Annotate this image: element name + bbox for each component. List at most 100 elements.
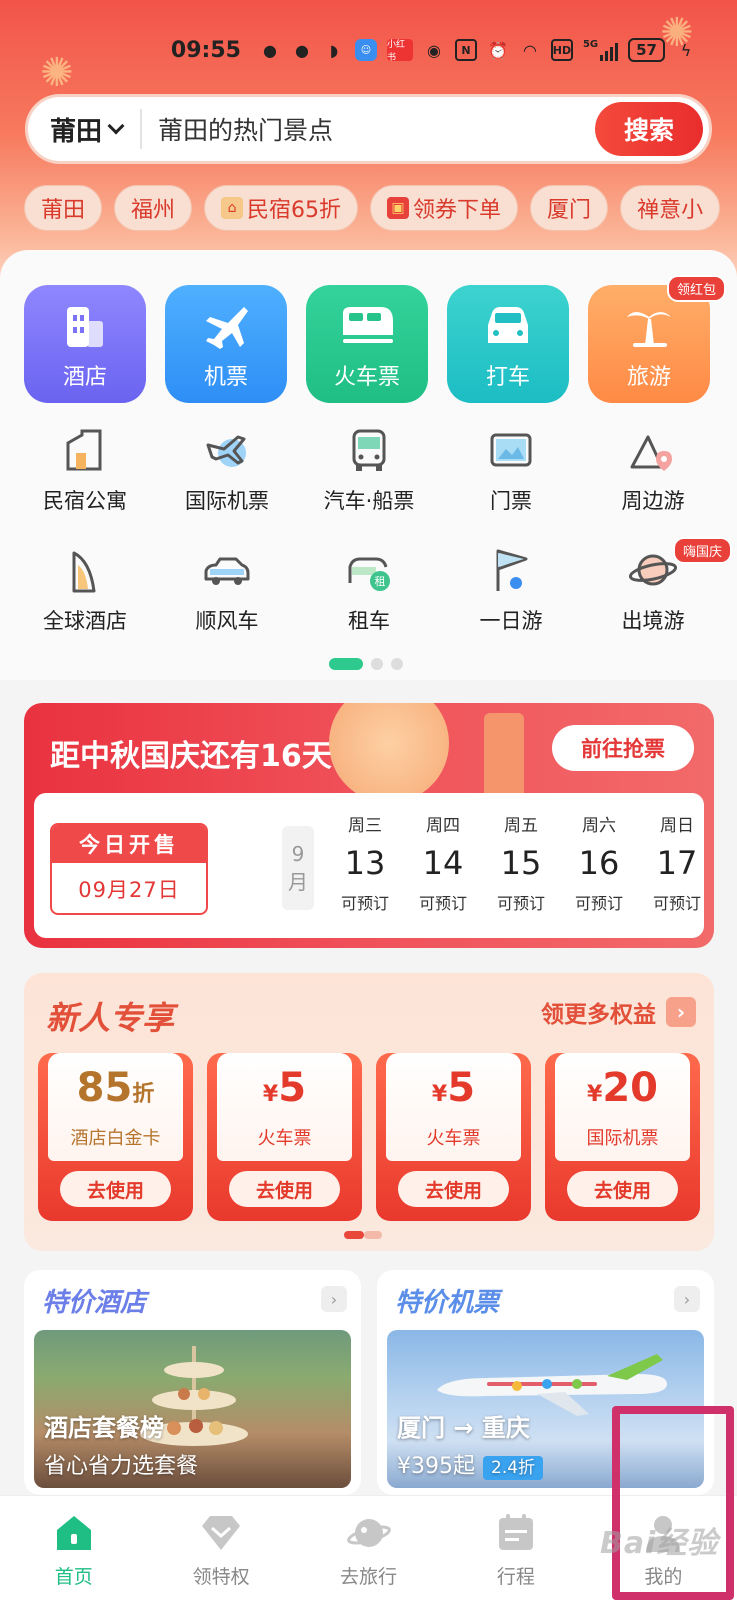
coupon-name: 酒店白金卡 — [70, 1127, 161, 1149]
service-car-rental[interactable]: 租 租车 — [298, 545, 440, 665]
use-coupon-button[interactable]: 去使用 — [229, 1171, 340, 1207]
sale-date-box: 今日开售 09月27日 — [50, 823, 208, 915]
coupon-amount: 85 — [76, 1064, 133, 1111]
day-status: 可预订 — [652, 894, 701, 913]
day-item[interactable]: 周五 15 可预订 — [482, 811, 560, 914]
day-weekday: 周三 — [348, 816, 382, 836]
grab-tickets-button[interactable]: 前往抢票 — [552, 725, 694, 771]
red-packet-badge: 领红包 — [666, 275, 726, 302]
service-international-flight[interactable]: 国际机票 — [156, 425, 298, 545]
tab-itinerary[interactable]: 行程 — [442, 1496, 589, 1600]
search-button[interactable]: 搜索 — [595, 102, 703, 156]
day-weekday: 周五 — [504, 816, 538, 836]
service-label: 一日游 — [479, 609, 543, 633]
primary-services: 酒店 机票 火车票 打车 旅游 领红包 — [24, 275, 726, 403]
quick-tag[interactable]: ⌂ 民宿65折 — [204, 185, 359, 231]
tab-travel[interactable]: 去旅行 — [295, 1496, 442, 1600]
sale-calendar: 今日开售 09月27日 9月 周三 13 可预订 周四 14 可预订 周五 15… — [34, 793, 704, 938]
quick-tag-label: 厦门 — [547, 198, 592, 223]
tab-home[interactable]: 首页 — [0, 1496, 147, 1600]
wifi-icon: ◠ — [522, 40, 537, 60]
coupon-name: 火车票 — [426, 1127, 481, 1149]
itinerary-icon — [498, 1514, 533, 1550]
city-selector[interactable]: 莆田 — [28, 111, 125, 148]
service-label: 周边游 — [621, 489, 685, 513]
quick-tag-label: 福州 — [131, 198, 176, 223]
moon-decoration — [329, 703, 449, 803]
quick-tag[interactable]: 禅意小 — [620, 185, 721, 231]
service-flight[interactable]: 机票 — [165, 285, 287, 403]
coupon-card[interactable]: ¥5 火车票 去使用 — [376, 1053, 531, 1221]
tab-label: 首页 — [54, 1566, 93, 1588]
discount-badge: 2.4折 — [483, 1456, 544, 1480]
coupon-value: ¥5 — [432, 1065, 475, 1118]
sale-today-label: 今日开售 — [52, 825, 206, 863]
service-hotel[interactable]: 酒店 — [24, 285, 146, 403]
tab-label: 去旅行 — [340, 1566, 398, 1588]
quick-tag[interactable]: 厦门 — [530, 185, 609, 231]
tab-privileges[interactable]: 领特权 — [147, 1496, 294, 1600]
use-coupon-button[interactable]: 去使用 — [567, 1171, 678, 1207]
coupon-amount: 5 — [278, 1064, 307, 1111]
service-taxi[interactable]: 打车 — [447, 285, 569, 403]
service-train[interactable]: 火车票 — [306, 285, 428, 403]
flight-price: ¥395起 — [397, 1454, 475, 1479]
service-nearby-tour[interactable]: 周边游 — [582, 425, 724, 545]
day-item[interactable]: 周六 16 可预订 — [560, 811, 638, 914]
service-global-hotel[interactable]: 全球酒店 — [14, 545, 156, 665]
diamond-icon — [202, 1516, 241, 1550]
bus-icon — [352, 429, 386, 471]
coupon-amount: 20 — [602, 1064, 658, 1111]
coupon-value: ¥20 — [587, 1065, 658, 1118]
quick-tag[interactable]: 莆田 — [24, 185, 103, 231]
status-time: 09:55 — [170, 37, 241, 63]
palm-tree-icon — [627, 312, 671, 347]
sale-date: 09月27日 — [78, 878, 180, 902]
service-homestay[interactable]: 民宿公寓 — [14, 425, 156, 545]
coupon-currency: ¥ — [431, 1081, 448, 1107]
service-tour[interactable]: 旅游 领红包 — [588, 275, 726, 403]
chevron-right-icon[interactable]: › — [321, 1286, 347, 1312]
newcomer-section: 新人专享 领更多权益 › 85折 酒店白金卡 去使用 ¥5 火车票 去使用 ¥5… — [24, 973, 714, 1251]
service-carpool[interactable]: 顺风车 — [156, 545, 298, 665]
search-input[interactable]: 莆田的热门景点 — [158, 111, 595, 147]
service-outbound-tour[interactable]: 出境游 嗨国庆 — [582, 537, 732, 665]
use-coupon-button[interactable]: 去使用 — [398, 1171, 509, 1207]
quick-tag[interactable]: ▣ 领券下单 — [370, 185, 519, 231]
day-weekday: 周四 — [426, 816, 460, 836]
chevron-right-icon[interactable]: › — [674, 1286, 700, 1312]
battery-icon: 57 — [628, 38, 665, 62]
day-item[interactable]: 周三 13 可预订 — [326, 811, 404, 914]
day-weekday: 周日 — [660, 816, 694, 836]
hotel-deal-card[interactable]: 特价酒店 › 酒店套餐榜 省心省力选套餐 — [24, 1270, 361, 1495]
quick-tag[interactable]: 福州 — [114, 185, 193, 231]
coupon-card[interactable]: ¥5 火车票 去使用 — [207, 1053, 362, 1221]
flag-icon — [496, 549, 528, 591]
city-label: 莆田 — [50, 116, 103, 147]
holiday-banner[interactable]: 距中秋国庆还有16天 前往抢票 今日开售 09月27日 9月 周三 13 可预订… — [24, 703, 714, 948]
coupon-card[interactable]: ¥20 国际机票 去使用 — [545, 1053, 700, 1221]
service-label: 租车 — [348, 609, 390, 633]
day-item[interactable]: 周四 14 可预订 — [404, 811, 482, 914]
day-date: 13 — [344, 844, 386, 882]
hotel-deal-subline: 省心省力选套餐 — [44, 1454, 199, 1479]
chevron-right-icon: › — [666, 997, 696, 1027]
day-list: 周三 13 可预订 周四 14 可预订 周五 15 可预订 周六 16 可预订 … — [326, 811, 714, 914]
service-tickets[interactable]: 门票 — [440, 425, 582, 545]
planet-icon — [346, 1519, 391, 1547]
use-coupon-button[interactable]: 去使用 — [60, 1171, 171, 1207]
network-label: 5G — [582, 39, 599, 50]
coupon-name: 火车票 — [257, 1127, 312, 1149]
mountain-pin-icon — [630, 435, 672, 471]
coupon-name: 国际机票 — [586, 1127, 659, 1149]
service-bus-ship[interactable]: 汽车·船票 — [298, 425, 440, 545]
quick-tag-label: 民宿65折 — [247, 198, 342, 223]
service-day-tour[interactable]: 一日游 — [440, 545, 582, 665]
app-icon: ☺ — [354, 39, 377, 61]
more-benefits-link[interactable]: 领更多权益 › — [541, 995, 696, 1029]
day-item[interactable]: 周日 17 可预订 — [638, 811, 714, 914]
eye-icon: ◉ — [426, 40, 441, 60]
plane-icon — [206, 307, 248, 349]
coupon-card[interactable]: 85折 酒店白金卡 去使用 — [38, 1053, 193, 1221]
service-label: 国际机票 — [185, 489, 269, 513]
